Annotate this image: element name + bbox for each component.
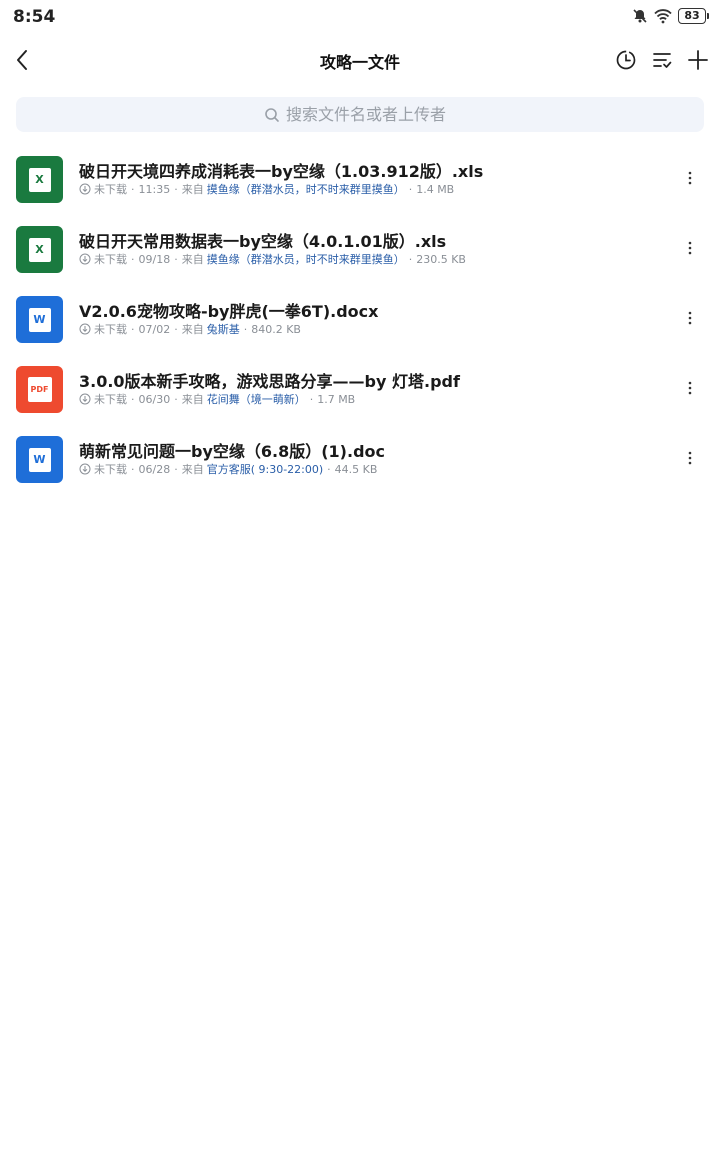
download-status-icon [79,393,91,405]
download-status-icon [79,183,91,195]
file-name: V2.0.6宠物攻略-by胖虎(一拳6T).docx [79,302,379,321]
pdf-file-icon: PDF [16,366,63,413]
from-label: 来自 [181,253,204,266]
uploader-name[interactable]: 摸鱼缘（群潜水员，时不时来群里摸鱼） [207,251,405,267]
add-button[interactable] [684,46,712,74]
mute-bell-icon [632,8,648,24]
file-name: 破日开天境四养成消耗表一by空缘（1.03.912版）.xls [79,162,484,181]
download-status: 未下载 [94,323,127,336]
search-bar[interactable] [16,97,704,132]
more-options-button[interactable] [680,238,700,258]
file-meta: 未下载 · 09/18 · 来自 摸鱼缘（群潜水员，时不时来群里摸鱼） · 23… [79,251,466,267]
sort-list-icon [653,53,672,68]
download-status: 未下载 [94,253,127,266]
download-status: 未下载 [94,183,127,196]
file-date: 09/18 [138,252,171,266]
from-label: 来自 [181,183,204,196]
file-name: 破日开天常用数据表一by空缘（4.0.1.01版）.xls [79,232,447,251]
uploader-name[interactable]: 兔斯基 [207,321,240,337]
more-vertical-icon [688,381,692,395]
from-label: 来自 [181,393,204,406]
file-row[interactable]: W 萌新常见问题一by空缘（6.8版）(1).doc 未下载 · 06/28 ·… [0,428,720,498]
file-row[interactable]: W V2.0.6宠物攻略-by胖虎(一拳6T).docx 未下载 · 07/02… [0,288,720,358]
file-name: 萌新常见问题一by空缘（6.8版）(1).doc [79,442,385,461]
nav-bar: 攻略一文件 [0,38,720,82]
nav-actions [612,46,712,74]
from-label: 来自 [181,323,204,336]
word-file-icon: W [16,436,63,483]
file-size: 230.5 KB [416,252,466,266]
file-date: 06/28 [138,462,171,476]
more-options-button[interactable] [680,378,700,398]
file-date: 11:35 [138,182,171,196]
status-bar: 8:54 83 [0,0,720,36]
download-status-icon [79,253,91,265]
wifi-icon [654,8,672,24]
file-size: 44.5 KB [334,462,378,476]
file-meta: 未下载 · 06/28 · 来自 官方客服( 9:30-22:00) · 44.… [79,461,377,477]
file-row[interactable]: X 破日开天常用数据表一by空缘（4.0.1.01版）.xls 未下载 · 09… [0,218,720,288]
file-row[interactable]: PDF 3.0.0版本新手攻略，游戏思路分享——by 灯塔.pdf 未下载 · … [0,358,720,428]
search-icon [265,107,279,122]
from-label: 来自 [181,463,204,476]
uploader-name[interactable]: 官方客服( 9:30-22:00) [207,461,323,477]
history-button[interactable] [612,46,640,74]
more-vertical-icon [688,241,692,255]
file-date: 07/02 [138,322,171,336]
more-vertical-icon [688,171,692,185]
download-status-icon [79,323,91,335]
file-size: 840.2 KB [251,322,301,336]
download-status: 未下载 [94,463,127,476]
download-status-icon [79,463,91,475]
file-list: X 破日开天境四养成消耗表一by空缘（1.03.912版）.xls 未下载 · … [0,148,720,498]
excel-file-icon: X [16,156,63,203]
file-row[interactable]: X 破日开天境四养成消耗表一by空缘（1.03.912版）.xls 未下载 · … [0,148,720,218]
clock-icon [616,50,636,70]
sort-button[interactable] [648,46,676,74]
status-icons: 83 [632,8,709,24]
file-name: 3.0.0版本新手攻略，游戏思路分享——by 灯塔.pdf [79,372,460,391]
more-vertical-icon [688,451,692,465]
file-size: 1.7 MB [317,392,356,406]
file-meta: 未下载 · 11:35 · 来自 摸鱼缘（群潜水员，时不时来群里摸鱼） · 1.… [79,181,454,197]
more-options-button[interactable] [680,308,700,328]
word-file-icon: W [16,296,63,343]
uploader-name[interactable]: 花间舞（境一萌新） [207,391,306,407]
file-meta: 未下载 · 06/30 · 来自 花间舞（境一萌新） · 1.7 MB [79,391,355,407]
file-meta: 未下载 · 07/02 · 来自 兔斯基 · 840.2 KB [79,321,301,337]
download-status: 未下载 [94,393,127,406]
more-options-button[interactable] [680,448,700,468]
file-date: 06/30 [138,392,171,406]
search-input[interactable] [286,105,456,124]
more-options-button[interactable] [680,168,700,188]
status-time: 8:54 [13,7,56,27]
uploader-name[interactable]: 摸鱼缘（群潜水员，时不时来群里摸鱼） [207,181,405,197]
plus-icon [688,50,708,70]
excel-file-icon: X [16,226,63,273]
battery-indicator: 83 [678,8,709,24]
more-vertical-icon [688,311,692,325]
file-size: 1.4 MB [416,182,455,196]
